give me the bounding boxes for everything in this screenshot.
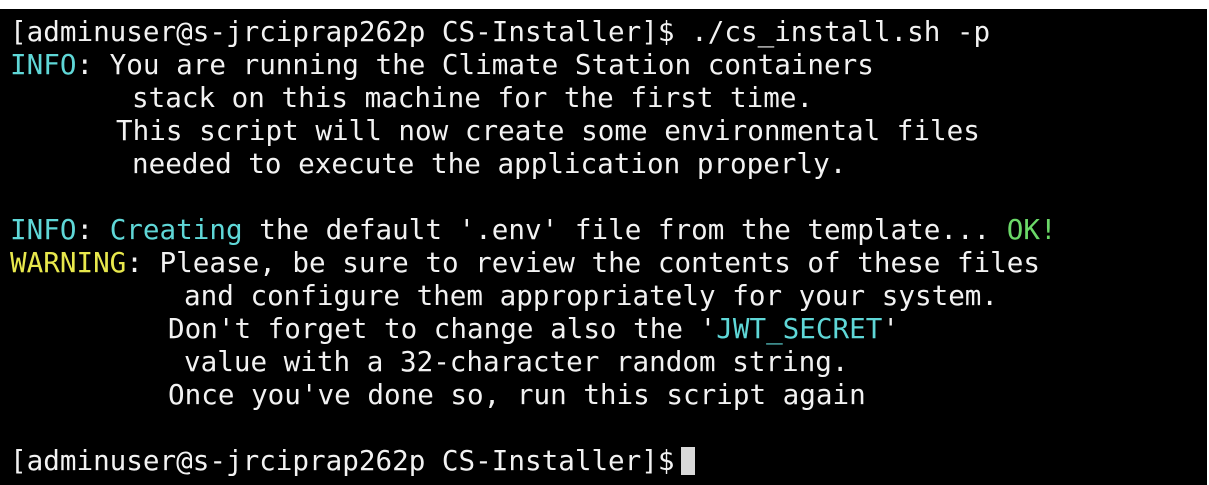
warning-message-continuation: Once you've done so, run this script aga… <box>168 378 866 411</box>
warning-message: : Please, be sure to review the contents… <box>126 246 1041 279</box>
create-message: the default '.env' file from the templat… <box>242 213 1007 246</box>
info-message: : You are running the Climate Station co… <box>76 48 874 81</box>
warning-line-4: value with a 32-character random string. <box>184 345 849 378</box>
prompt: [adminuser@s-jrciprap262p CS-Installer]$ <box>10 444 675 477</box>
info-line-3: This script will now create some environ… <box>116 114 980 147</box>
info-message-continuation: stack on this machine for the first time… <box>132 81 814 114</box>
cursor-block <box>680 447 695 475</box>
info-label: INFO <box>10 213 77 246</box>
warning-line-5: Once you've done so, run this script aga… <box>168 378 866 411</box>
ok-status: OK! <box>1006 213 1057 246</box>
command-text: ./cs_install.sh -p <box>674 15 991 48</box>
command-line: [adminuser@s-jrciprap262p CS-Installer]$… <box>10 15 990 48</box>
creating-keyword: Creating <box>109 213 243 246</box>
info-line-1: INFO: You are running the Climate Statio… <box>10 48 874 81</box>
info-line-4: needed to execute the application proper… <box>132 147 846 180</box>
info-create-line: INFO: Creating the default '.env' file f… <box>10 213 1057 246</box>
colon: : <box>76 213 110 246</box>
final-prompt-line[interactable]: [adminuser@s-jrciprap262p CS-Installer]$ <box>10 444 695 477</box>
warning-message-continuation: Don't forget to change also the ' <box>168 312 717 345</box>
warning-line-3: Don't forget to change also the 'JWT_SEC… <box>168 312 899 345</box>
info-line-2: stack on this machine for the first time… <box>132 81 813 114</box>
warning-label: WARNING <box>10 246 127 279</box>
info-message-continuation: needed to execute the application proper… <box>132 147 847 180</box>
jwt-secret-key: JWT_SECRET <box>716 312 883 345</box>
terminal-window[interactable]: [adminuser@s-jrciprap262p CS-Installer]$… <box>0 9 1207 485</box>
quote-close: ' <box>882 312 899 345</box>
info-message-continuation: This script will now create some environ… <box>116 114 980 147</box>
warning-message-continuation: and configure them appropriately for you… <box>184 279 999 312</box>
warning-message-continuation: value with a 32-character random string. <box>184 345 849 378</box>
warning-line-1: WARNING: Please, be sure to review the c… <box>10 246 1040 279</box>
prompt: [adminuser@s-jrciprap262p CS-Installer]$ <box>10 15 675 48</box>
warning-line-2: and configure them appropriately for you… <box>184 279 998 312</box>
info-label: INFO <box>10 48 77 81</box>
